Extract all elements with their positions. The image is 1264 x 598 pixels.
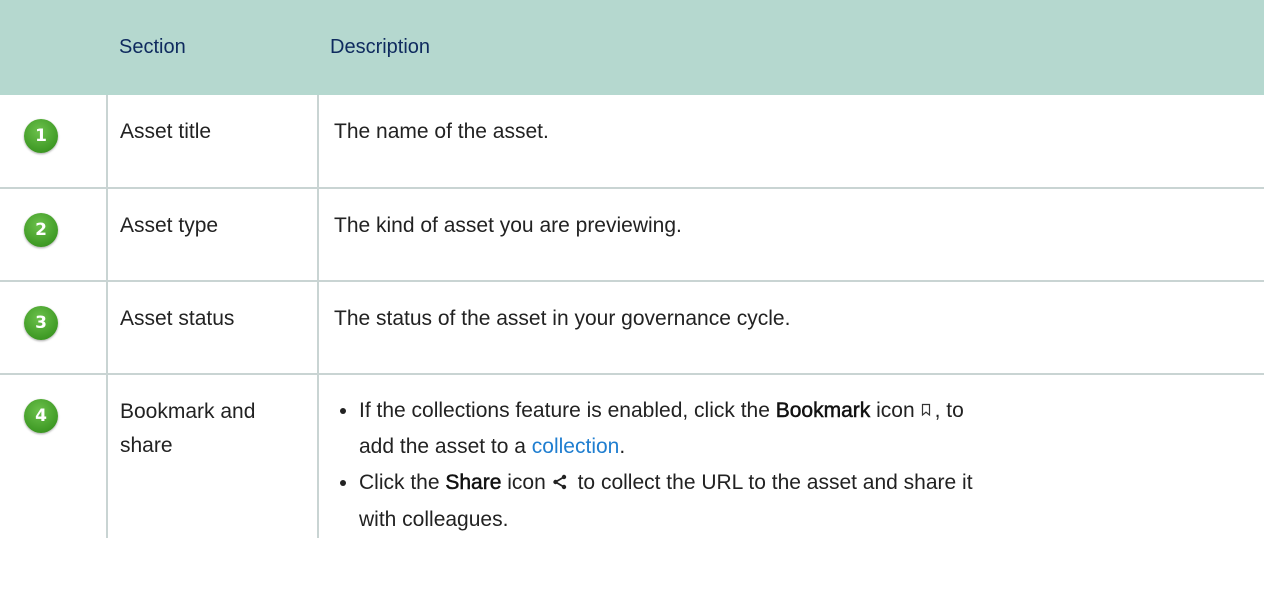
bookmark-label: Bookmark bbox=[775, 399, 871, 423]
number-cell: 1 bbox=[0, 95, 108, 189]
share-label: Share bbox=[445, 471, 502, 495]
description-cell: The kind of asset you are previewing. bbox=[318, 188, 1264, 282]
number-cell: 2 bbox=[0, 188, 108, 282]
section-cell: Bookmark and share bbox=[107, 374, 319, 538]
bullet-text: , to bbox=[934, 399, 964, 422]
section-label-line1: Bookmark and bbox=[120, 400, 256, 423]
number-cell: 4 bbox=[0, 374, 108, 538]
section-label-line2: share bbox=[120, 434, 173, 457]
description-cell: The status of the asset in your governan… bbox=[318, 281, 1264, 375]
number-cell: 3 bbox=[0, 281, 108, 375]
table-row: 4 Bookmark and share If the collections … bbox=[0, 374, 1264, 538]
number-badge: 3 bbox=[24, 306, 58, 340]
bullet-text: icon bbox=[870, 399, 915, 422]
section-cell: Asset type bbox=[107, 188, 319, 282]
number-column-header bbox=[0, 0, 107, 95]
collection-link[interactable]: collection bbox=[532, 435, 620, 458]
table-row: 3 Asset status The status of the asset i… bbox=[0, 281, 1264, 375]
section-column-header: Section bbox=[119, 36, 186, 58]
number-badge: 1 bbox=[24, 119, 58, 153]
section-cell: Asset status bbox=[107, 281, 319, 375]
bullet-text: icon bbox=[501, 471, 546, 495]
sections-table: Section Description 1 Asset title The na… bbox=[0, 0, 1264, 538]
table-header-row: Section Description bbox=[0, 0, 1264, 95]
list-item: If the collections feature is enabled, c… bbox=[340, 393, 1244, 465]
list-item: Click the Share icon to collect the URL … bbox=[340, 465, 1244, 537]
number-badge: 2 bbox=[24, 213, 58, 247]
bullet-text: with colleagues. bbox=[359, 507, 509, 531]
table-row: 1 Asset title The name of the asset. bbox=[0, 95, 1264, 189]
section-cell: Asset title bbox=[107, 95, 319, 189]
bookmark-icon bbox=[921, 393, 931, 429]
bullet-text: If the collections feature is enabled, c… bbox=[359, 399, 776, 422]
description-column-header: Description bbox=[330, 36, 431, 58]
description-cell: If the collections feature is enabled, c… bbox=[318, 374, 1264, 538]
bullet-text: . bbox=[619, 435, 626, 459]
bullet-text: to collect the URL to the asset and shar… bbox=[571, 471, 973, 495]
table-row: 2 Asset type The kind of asset you are p… bbox=[0, 188, 1264, 282]
share-icon bbox=[552, 466, 568, 502]
number-badge: 4 bbox=[24, 399, 58, 433]
description-bullet-list: If the collections feature is enabled, c… bbox=[334, 393, 1244, 538]
bullet-text: add the asset to a bbox=[359, 435, 532, 459]
bullet-text: Click the bbox=[359, 471, 446, 495]
description-cell: The name of the asset. bbox=[318, 95, 1264, 189]
